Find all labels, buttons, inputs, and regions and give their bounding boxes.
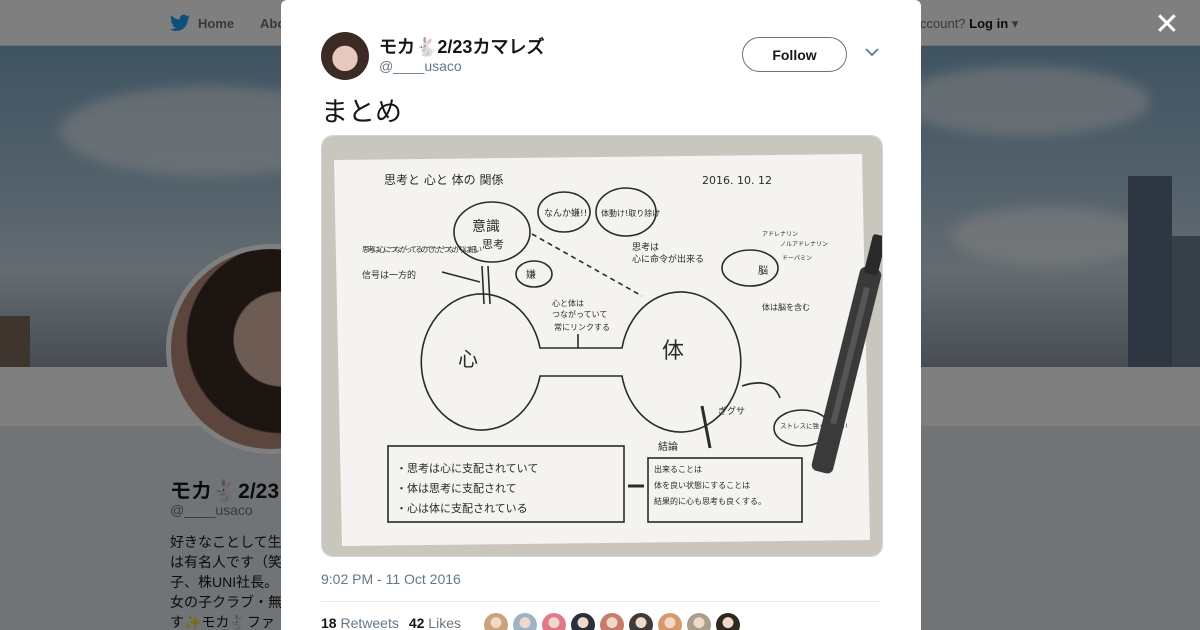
drawing-chem-3: ドーパミン — [782, 255, 812, 262]
likers-avatars — [484, 613, 740, 630]
drawing-brain-label: 脳 — [758, 265, 768, 277]
stats-divider — [321, 601, 881, 602]
tweet-text: まとめ — [321, 97, 402, 127]
liker-avatar[interactable] — [600, 613, 624, 630]
retweets-stat[interactable]: 18 Retweets — [321, 615, 399, 630]
tweet-stats: 18 Retweets 42 Likes — [321, 615, 461, 630]
drawing-box-left-2: ・体は思考に支配されて — [396, 481, 517, 495]
liker-avatar[interactable] — [716, 613, 740, 630]
liker-avatar[interactable] — [687, 613, 711, 630]
drawing-chem-1: アドレナリン — [762, 231, 798, 238]
tweet-timestamp[interactable]: 9:02 PM - 11 Oct 2016 — [321, 571, 461, 587]
drawing-brain-note: 体は脳を含む — [762, 302, 810, 312]
author-avatar[interactable] — [321, 32, 369, 80]
drawing-box-left-3: ・心は体に支配されている — [396, 501, 528, 515]
drawing-box-right-3: 結果的に心も思考も良くする。 — [654, 496, 766, 506]
handwritten-diagram-photo: 思考と 心と 体の 関係 2016. 10. 12 意識 思考 なんか嫌!! 体… — [322, 136, 882, 556]
retweets-count: 18 — [321, 615, 337, 630]
drawing-right-note-1: 思考は — [632, 242, 659, 253]
drawing-kokoro: 心 — [458, 347, 478, 371]
liker-avatar[interactable] — [542, 613, 566, 630]
follow-button[interactable]: Follow — [742, 37, 847, 72]
close-icon[interactable]: ✕ — [1152, 10, 1182, 40]
drawing-bubble-1: なんか嫌!! — [544, 207, 587, 219]
drawing-right-note-2: 心に命令が出来る — [632, 253, 704, 265]
drawing-box-left-1: ・思考は心に支配されていて — [396, 462, 538, 475]
likes-count: 42 — [408, 615, 425, 630]
drawing-mid-note-1: 心と体は — [552, 298, 584, 308]
drawing-box-right-1: 出来ることは — [654, 464, 702, 474]
likes-stat[interactable]: 42 Likes — [409, 615, 461, 630]
likes-label: Likes — [428, 615, 461, 630]
drawing-chem-2: ノルアドレナリン — [780, 241, 828, 248]
drawing-karada: 体 — [662, 339, 684, 364]
liker-avatar[interactable] — [484, 613, 508, 630]
drawing-stab: ぎグサ — [718, 405, 745, 417]
liker-avatar[interactable] — [629, 613, 653, 630]
liker-avatar[interactable] — [513, 613, 537, 630]
drawing-mid-note-2: つながっていて — [552, 309, 607, 319]
drawing-date: 2016. 10. 12 — [702, 174, 772, 187]
drawing-bubble-3: 嫌 — [526, 268, 536, 281]
retweets-label: Retweets — [340, 615, 399, 630]
drawing-conclusion: 結論 — [658, 440, 678, 453]
author-handle[interactable]: @____usaco — [379, 58, 462, 74]
drawing-box-right-2: 体を良い状態にすることは — [654, 480, 750, 490]
drawing-left-note-2: 信号は一方的 — [362, 269, 416, 281]
liker-avatar[interactable] — [571, 613, 595, 630]
drawing-bubble-2: 体動け!取り除け — [601, 208, 660, 218]
liker-avatar[interactable] — [658, 613, 682, 630]
drawing-left-note-1: 思考は心につながってるのでただ つながりは細い — [362, 244, 482, 254]
tweet-card: モカ🐇2/23カマレズ @____usaco Follow まとめ 思考と 心と… — [281, 0, 921, 630]
drawing-shikou: 思考 — [482, 238, 504, 251]
author-name[interactable]: モカ🐇2/23カマレズ — [379, 33, 544, 59]
tweet-media-photo[interactable]: 思考と 心と 体の 関係 2016. 10. 12 意識 思考 なんか嫌!! 体… — [321, 135, 883, 557]
drawing-heading: 思考と 心と 体の 関係 — [384, 173, 503, 187]
drawing-mid-note-3: 常にリンクする — [554, 323, 610, 332]
drawing-ishiki: 意識 — [472, 218, 500, 235]
chevron-down-icon[interactable] — [865, 44, 879, 60]
